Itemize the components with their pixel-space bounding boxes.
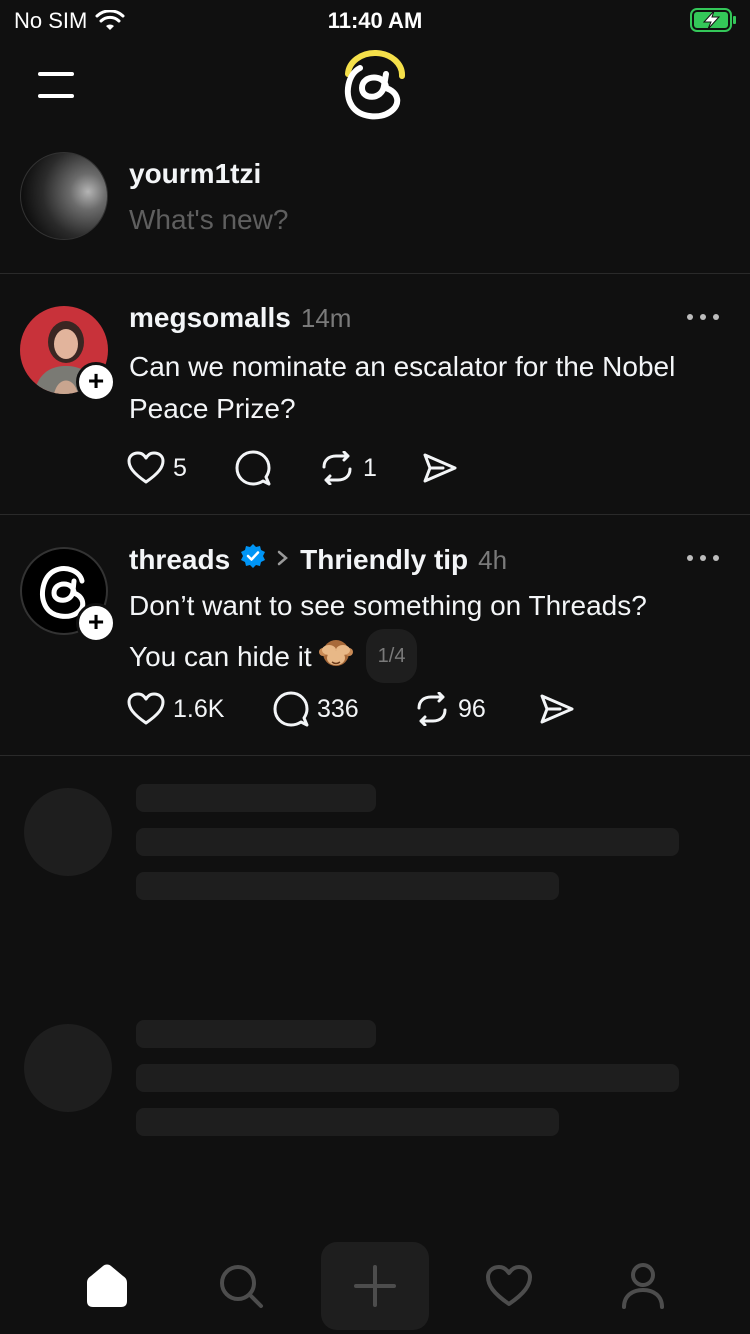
like-count: 5 [173,453,187,482]
skeleton-avatar [24,1024,112,1112]
comment-icon [235,450,271,486]
profile-icon [622,1263,664,1309]
post[interactable]: + megsomalls 14m Can we nominate an esca… [0,274,750,515]
composer-input[interactable]: What's new? [129,204,288,236]
send-icon [423,453,457,483]
menu-icon[interactable] [38,70,74,100]
heart-icon [486,1265,532,1306]
share-button[interactable] [423,452,457,484]
home-icon [87,1264,127,1307]
follow-plus-button[interactable]: + [76,603,116,643]
follow-plus-button[interactable]: + [76,362,116,402]
repost-button[interactable]: 96 [414,692,540,726]
reply-button[interactable]: 336 [273,691,414,727]
repost-icon [322,451,352,485]
post-topic[interactable]: Thriendly tip [300,544,468,576]
post-text: Don’t want to see something on Threads? … [129,583,739,683]
post-text-line: Don’t want to see something on Threads? [129,590,647,621]
bottom-tab-bar [0,1236,750,1334]
avatar[interactable] [20,152,108,240]
tab-profile[interactable] [598,1244,688,1328]
reply-count: 336 [317,694,359,723]
like-count: 1.6K [173,694,225,723]
post-actions: 1.6K 336 96 [127,691,574,727]
tab-activity[interactable] [464,1244,554,1328]
like-button[interactable]: 5 [127,451,235,485]
composer-username: yourm1tzi [129,158,262,189]
post-time: 14m [300,303,352,333]
heart-icon [127,451,165,484]
like-button[interactable]: 1.6K [127,692,273,726]
status-bar: No SIM 11:40 AM [0,0,750,40]
post-actions: 5 1 [127,450,457,486]
skeleton-line [136,1108,559,1136]
carousel-pager: 1/4 [365,629,418,683]
heart-icon [127,692,165,725]
chevron-right-icon [277,550,289,566]
status-time: 11:40 AM [327,8,423,33]
threads-logo-icon[interactable] [340,48,410,120]
plus-icon [354,1265,396,1307]
more-options-icon[interactable] [686,312,720,322]
tab-search[interactable] [196,1244,286,1328]
skeleton-line [136,872,559,900]
send-icon [540,694,574,724]
see-no-evil-monkey-icon [318,640,353,666]
post-time: 4h [478,545,508,575]
composer[interactable]: yourm1tzi What's new? [0,140,750,274]
share-button[interactable] [540,693,574,725]
repost-count: 96 [458,694,486,723]
repost-button[interactable]: 1 [319,451,423,485]
skeleton-line [136,1064,679,1092]
tab-create[interactable] [321,1242,429,1330]
post-username[interactable]: megsomalls [129,302,291,334]
repost-icon [417,692,447,726]
skeleton-line [136,1020,376,1048]
post-header: megsomalls 14m [129,302,351,334]
post[interactable]: + threads Thriendly tip 4h Don’t want to… [0,515,750,756]
post-text-line: You can hide it [129,641,312,672]
comment-icon [273,691,309,727]
skeleton-avatar [24,788,112,876]
reply-button[interactable] [235,450,319,486]
post-text: Can we nominate an escalator for the Nob… [129,351,676,424]
tab-home[interactable] [62,1244,152,1328]
post-text-line-2: You can hide it 1/4 [129,629,739,683]
skeleton-line [136,828,679,856]
battery-charging-icon [690,8,736,32]
search-icon [220,1265,263,1308]
post-username[interactable]: threads [129,544,230,576]
post-header: threads Thriendly tip 4h [129,543,507,576]
more-options-icon[interactable] [686,553,720,563]
verified-badge-icon [241,544,266,568]
skeleton-line [136,784,376,812]
repost-count: 1 [363,453,377,482]
